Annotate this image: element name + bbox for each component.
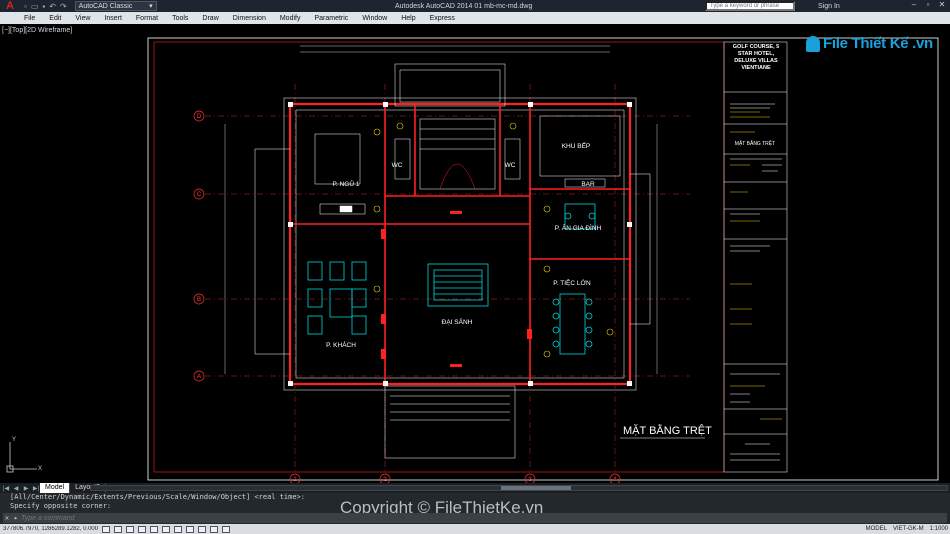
menu-format[interactable]: Format xyxy=(129,15,165,22)
menu-parametric[interactable]: Parametric xyxy=(307,15,355,22)
last-tab-icon[interactable]: ▶| xyxy=(32,485,40,492)
command-line: [All/Center/Dynamic/Extents/Previous/Sca… xyxy=(0,493,950,524)
menu-help[interactable]: Help xyxy=(394,15,422,22)
horizontal-scrollbar[interactable] xyxy=(90,485,948,491)
user-indicator: VIET-GK-M xyxy=(892,526,924,532)
room-label-kitchen: KHU BẾP xyxy=(562,140,591,150)
status-bar: 377806.7970, 1286289.1282, 0.0000 MODEL … xyxy=(0,524,950,534)
svg-text:Y: Y xyxy=(12,437,16,443)
floor-plan-drawing: D C B A 1 2 3 4 P. NGỦ 1 WC WC KHU BẾP B… xyxy=(6,37,939,483)
grid-toggle-icon[interactable] xyxy=(114,525,122,533)
workspace-dropdown[interactable]: AutoCAD Classic ▾ xyxy=(74,1,157,11)
title-block xyxy=(723,41,788,473)
viewport-controls[interactable]: [−][Top][2D Wireframe] xyxy=(2,27,72,34)
coordinate-readout: 377806.7970, 1286289.1282, 0.0000 xyxy=(3,526,98,532)
room-label-wc-right: WC xyxy=(505,162,516,169)
menu-tools[interactable]: Tools xyxy=(165,15,195,22)
room-label-wc-left: WC xyxy=(392,162,403,169)
chevron-down-icon: ▾ xyxy=(149,3,153,10)
osnap-toggle-icon[interactable] xyxy=(150,525,158,533)
menu-view[interactable]: View xyxy=(68,15,97,22)
site-watermark: File Thiết Kế .vn xyxy=(806,35,933,52)
annotation-scale[interactable]: 1:1000 xyxy=(930,526,948,532)
otrack-toggle-icon[interactable] xyxy=(162,525,170,533)
redo-icon[interactable]: ↷ xyxy=(60,2,67,11)
application-menu-button[interactable]: A xyxy=(0,0,20,12)
ortho-toggle-icon[interactable] xyxy=(126,525,134,533)
grid-label-b: B xyxy=(197,297,201,303)
window-controls: – ▫ ✕ xyxy=(908,0,948,10)
menu-insert[interactable]: Insert xyxy=(97,15,129,22)
room-label-lobby: ĐẠI SẢNH xyxy=(442,317,473,326)
grid-label-a: A xyxy=(197,374,201,380)
tab-model[interactable]: Model xyxy=(40,483,71,493)
save-icon[interactable]: ▪ xyxy=(42,2,45,11)
dyn-toggle-icon[interactable] xyxy=(186,525,194,533)
room-label-family-dining: P. ĂN GIA ĐÌNH xyxy=(555,223,602,232)
search-input[interactable] xyxy=(705,1,795,11)
room-label-bar: BAR xyxy=(581,181,595,188)
menu-file[interactable]: File xyxy=(0,15,42,22)
sign-in-button[interactable]: Sign In xyxy=(818,3,840,10)
prev-tab-icon[interactable]: ◀ xyxy=(12,485,20,492)
snap-toggle-icon[interactable] xyxy=(102,525,110,533)
status-right: MODEL VIET-GK-M 1:1000 xyxy=(866,526,948,532)
menu-bar: File Edit View Insert Format Tools Draw … xyxy=(0,12,950,24)
undo-icon[interactable]: ↶ xyxy=(49,2,56,11)
new-icon[interactable]: ▫ xyxy=(24,2,27,11)
minimize-icon[interactable]: – xyxy=(908,0,920,10)
command-input[interactable] xyxy=(21,513,947,523)
project-title: GOLF COURSE, 5 STAR HOTEL, DELUXE VILLAS… xyxy=(732,44,780,71)
qp-toggle-icon[interactable] xyxy=(210,525,218,533)
sofa-set xyxy=(307,203,596,355)
close-icon[interactable]: ✕ xyxy=(936,0,948,10)
drafting-toggles xyxy=(102,525,230,533)
grid-label-c: C xyxy=(197,192,202,198)
quick-access-toolbar: ▫ ▭ ▪ ↶ ↷ xyxy=(24,2,67,11)
maximize-icon[interactable]: ▫ xyxy=(922,0,934,10)
sheet-inner-border xyxy=(153,41,725,473)
open-icon[interactable]: ▭ xyxy=(31,2,39,11)
brand-logo-icon xyxy=(806,35,820,52)
brand-text: File Thiết Kế .vn xyxy=(823,35,933,52)
menu-edit[interactable]: Edit xyxy=(42,15,68,22)
polar-toggle-icon[interactable] xyxy=(138,525,146,533)
svg-text:X: X xyxy=(38,466,42,472)
next-tab-icon[interactable]: ▶ xyxy=(22,485,30,492)
title-bar: A ▫ ▭ ▪ ↶ ↷ AutoCAD Classic ▾ Autodesk A… xyxy=(0,0,950,12)
drawing-canvas[interactable]: [−][Top][2D Wireframe] D C B A 1 2 3 4 P… xyxy=(0,24,950,483)
ucs-icon xyxy=(6,442,37,473)
layout-tabs: |◀ ◀ ▶ ▶| Model Layout2 xyxy=(0,483,950,493)
sc-toggle-icon[interactable] xyxy=(222,525,230,533)
command-input-row: ✕ ▸ xyxy=(3,513,947,523)
room-label-guest: P. KHÁCH xyxy=(326,340,356,349)
title-block-drawing-name: MẶT BẰNG TRỆT xyxy=(735,139,775,147)
room-label-banquet: P. TIỆC LỚN xyxy=(553,278,591,287)
command-prompt-icon[interactable]: ▸ xyxy=(11,514,21,522)
close-icon[interactable]: ✕ xyxy=(3,514,11,522)
room-label-bedroom: P. NGỦ 1 xyxy=(333,179,360,188)
scrollbar-thumb[interactable] xyxy=(501,486,571,490)
menu-draw[interactable]: Draw xyxy=(195,15,225,22)
first-tab-icon[interactable]: |◀ xyxy=(2,485,10,492)
menu-window[interactable]: Window xyxy=(355,15,394,22)
ducs-toggle-icon[interactable] xyxy=(174,525,182,533)
model-space-toggle[interactable]: MODEL xyxy=(866,526,887,532)
grid-label-d: D xyxy=(197,114,202,120)
menu-dimension[interactable]: Dimension xyxy=(226,15,273,22)
sheet-title: MẶT BẰNG TRỆT xyxy=(623,424,712,437)
workspace-label: AutoCAD Classic xyxy=(78,2,133,10)
tab-navigation: |◀ ◀ ▶ ▶| xyxy=(0,485,40,492)
menu-express[interactable]: Express xyxy=(423,15,462,22)
document-title: Autodesk AutoCAD 2014 01 mb-mc-md.dwg xyxy=(395,2,533,10)
lwt-toggle-icon[interactable] xyxy=(198,525,206,533)
menu-modify[interactable]: Modify xyxy=(273,15,308,22)
